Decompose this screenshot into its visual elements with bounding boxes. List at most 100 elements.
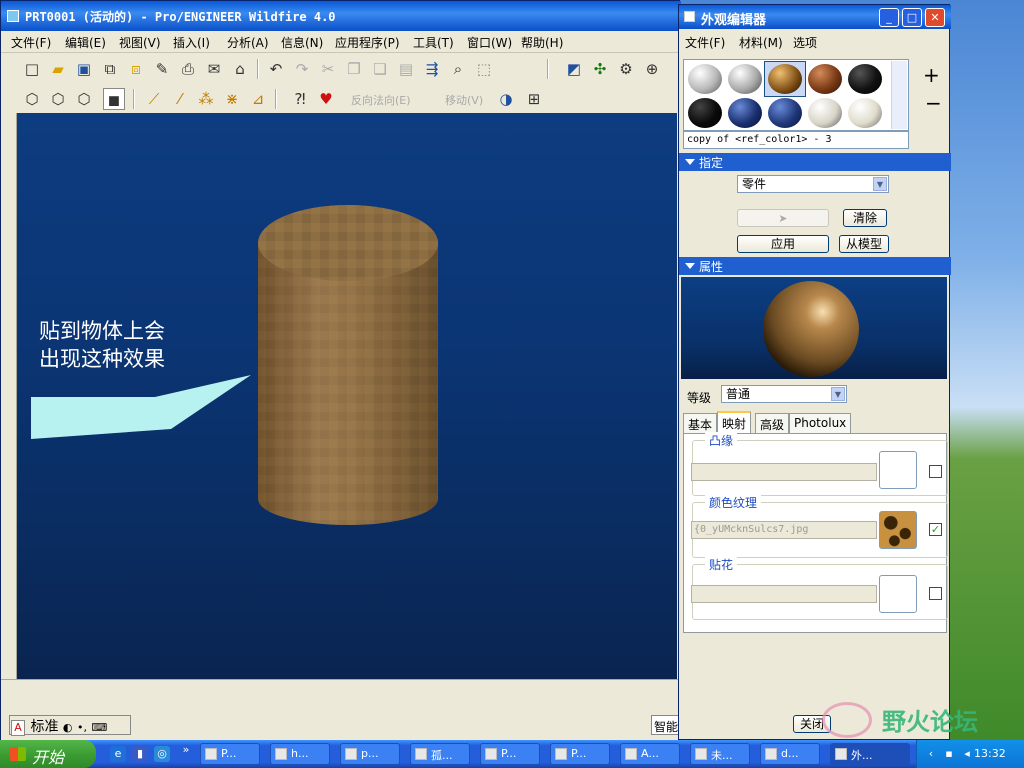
selection-filter[interactable]: 智能 bbox=[651, 715, 679, 735]
hidden-line-icon[interactable]: ⬡ bbox=[47, 88, 69, 110]
annotations-icon[interactable]: ⊿ bbox=[247, 88, 269, 110]
find-icon[interactable]: ⌕ bbox=[447, 58, 469, 80]
taskbar-button[interactable]: d... bbox=[760, 743, 820, 765]
bump-file-field[interactable] bbox=[691, 463, 877, 481]
tab-basic[interactable]: 基本 bbox=[683, 413, 718, 433]
tray-network-icon[interactable]: ▪ bbox=[941, 746, 957, 762]
color-texture-checkbox[interactable]: ✓ bbox=[929, 523, 942, 536]
appearance-swatch[interactable] bbox=[728, 98, 762, 128]
menu-window[interactable]: 窗口(W) bbox=[467, 34, 512, 51]
media-icon[interactable]: ▮ bbox=[132, 746, 148, 762]
ie-icon[interactable]: e bbox=[110, 746, 126, 762]
taskbar-button-active[interactable]: 外... bbox=[830, 743, 910, 765]
add-appearance-icon[interactable]: + bbox=[923, 63, 940, 87]
favorites-heart-icon[interactable]: ♥ bbox=[315, 88, 337, 110]
bump-map-button[interactable] bbox=[879, 451, 917, 489]
new-file-icon[interactable]: □ bbox=[21, 58, 43, 80]
menu-file[interactable]: 文件(F) bbox=[11, 34, 51, 51]
tab-map[interactable]: 映射 bbox=[717, 411, 752, 433]
spin-center-icon[interactable]: ✣ bbox=[589, 58, 611, 80]
appearance-palette-icon[interactable]: ◑ bbox=[495, 88, 517, 110]
selected-appearance-swatch[interactable] bbox=[768, 64, 802, 94]
coordinate-systems-icon[interactable]: ⋇ bbox=[221, 88, 243, 110]
dialog-menu-material[interactable]: 材料(M) bbox=[739, 34, 783, 51]
soft-keyboard-icon[interactable]: ⌨ bbox=[91, 721, 107, 734]
edit-icon[interactable]: ✎ bbox=[151, 58, 173, 80]
tray-volume-icon[interactable]: ◂ bbox=[959, 746, 975, 762]
browser-icon[interactable]: ◎ bbox=[154, 746, 170, 762]
dialog-menu-options[interactable]: 选项 bbox=[793, 34, 817, 51]
menu-edit[interactable]: 编辑(E) bbox=[65, 34, 106, 51]
orient-mode-icon[interactable]: ⚙ bbox=[615, 58, 637, 80]
decal-map-button[interactable] bbox=[879, 575, 917, 613]
punctuation-icon[interactable]: •, bbox=[77, 721, 87, 734]
open-folder-icon[interactable]: ▰ bbox=[47, 58, 69, 80]
menu-insert[interactable]: 插入(I) bbox=[173, 34, 210, 51]
regenerate-icon[interactable]: ⇶ bbox=[421, 58, 443, 80]
no-hidden-icon[interactable]: ⬡ bbox=[73, 88, 95, 110]
zoom-in-icon[interactable]: ⊕ bbox=[641, 58, 663, 80]
level-select[interactable]: 普通 ▼ bbox=[721, 385, 847, 403]
decal-file-field[interactable] bbox=[691, 585, 877, 603]
half-width-icon[interactable]: ◐ bbox=[63, 721, 73, 734]
datum-axes-icon[interactable]: ⁄ bbox=[169, 88, 191, 110]
appearance-swatch[interactable] bbox=[808, 98, 842, 128]
paste-icon[interactable]: ❏ bbox=[369, 58, 391, 80]
menu-analysis[interactable]: 分析(A) bbox=[227, 34, 269, 51]
appearance-swatch[interactable] bbox=[848, 64, 882, 94]
maximize-icon[interactable]: □ bbox=[902, 8, 922, 27]
taskbar-button[interactable]: P... bbox=[200, 743, 260, 765]
input-mode-bar[interactable]: A 标准 ◐ •, ⌨ bbox=[9, 715, 131, 736]
datum-points-icon[interactable]: ⁂ bbox=[195, 88, 217, 110]
model-viewport[interactable]: 贴到物体上会 出现这种效果 bbox=[17, 113, 677, 679]
undo-icon[interactable]: ↶ bbox=[265, 58, 287, 80]
appearance-swatch[interactable] bbox=[728, 64, 762, 94]
appearance-swatch[interactable] bbox=[768, 98, 802, 128]
email-link-icon[interactable]: ⌂ bbox=[229, 58, 251, 80]
appearance-swatch[interactable] bbox=[848, 98, 882, 128]
decal-checkbox[interactable] bbox=[929, 587, 942, 600]
rename-icon[interactable]: ⧈ bbox=[125, 58, 147, 80]
properties-section-header[interactable]: 属性 bbox=[679, 257, 951, 275]
menu-help[interactable]: 帮助(H) bbox=[521, 34, 563, 51]
remove-appearance-icon[interactable]: − bbox=[925, 91, 942, 115]
context-help-icon[interactable]: ⁈ bbox=[289, 88, 311, 110]
apply-button[interactable]: 应用 bbox=[737, 235, 829, 253]
appearance-swatch[interactable] bbox=[808, 64, 842, 94]
repaint-icon[interactable]: ◩ bbox=[563, 58, 585, 80]
select-pointer-button[interactable]: ➤ bbox=[737, 209, 829, 227]
dialog-menu-file[interactable]: 文件(F) bbox=[685, 34, 725, 51]
menu-applications[interactable]: 应用程序(P) bbox=[335, 34, 400, 51]
expand-quicklaunch-icon[interactable]: » bbox=[178, 742, 194, 758]
selection-box-icon[interactable]: ⬚ bbox=[473, 58, 495, 80]
copy-icon[interactable]: ❐ bbox=[343, 58, 365, 80]
taskbar-button[interactable]: A... bbox=[620, 743, 680, 765]
wireframe-icon[interactable]: ⬡ bbox=[21, 88, 43, 110]
tab-advanced[interactable]: 高级 bbox=[755, 413, 790, 433]
email-icon[interactable]: ✉ bbox=[203, 58, 225, 80]
minimize-icon[interactable]: _ bbox=[879, 8, 899, 27]
bump-checkbox[interactable] bbox=[929, 465, 942, 478]
taskbar-button[interactable]: 未... bbox=[690, 743, 750, 765]
leopard-texture-thumbnail[interactable] bbox=[879, 511, 917, 549]
appearance-swatch[interactable] bbox=[688, 64, 722, 94]
measure-icon[interactable]: ⊞ bbox=[523, 88, 545, 110]
save-icon[interactable]: ▣ bbox=[73, 58, 95, 80]
taskbar-button[interactable]: 孤... bbox=[410, 743, 470, 765]
palette-scrollbar[interactable] bbox=[891, 61, 907, 129]
menu-view[interactable]: 视图(V) bbox=[119, 34, 161, 51]
shading-icon[interactable]: ◼ bbox=[103, 88, 125, 110]
tab-photolux[interactable]: Photolux bbox=[789, 413, 852, 433]
taskbar-button[interactable]: p... bbox=[340, 743, 400, 765]
paste-special-icon[interactable]: ▤ bbox=[395, 58, 417, 80]
menu-tools[interactable]: 工具(T) bbox=[413, 34, 454, 51]
taskbar-button[interactable]: P... bbox=[550, 743, 610, 765]
assign-section-header[interactable]: 指定 bbox=[679, 153, 951, 171]
appearance-swatch[interactable] bbox=[688, 98, 722, 128]
datum-planes-icon[interactable]: ⟋ bbox=[143, 88, 165, 110]
left-navigator-rail[interactable] bbox=[1, 113, 17, 679]
from-model-button[interactable]: 从模型 bbox=[839, 235, 889, 253]
taskbar-button[interactable]: h... bbox=[270, 743, 330, 765]
print-icon[interactable]: ⎙ bbox=[177, 58, 199, 80]
redo-icon[interactable]: ↷ bbox=[291, 58, 313, 80]
